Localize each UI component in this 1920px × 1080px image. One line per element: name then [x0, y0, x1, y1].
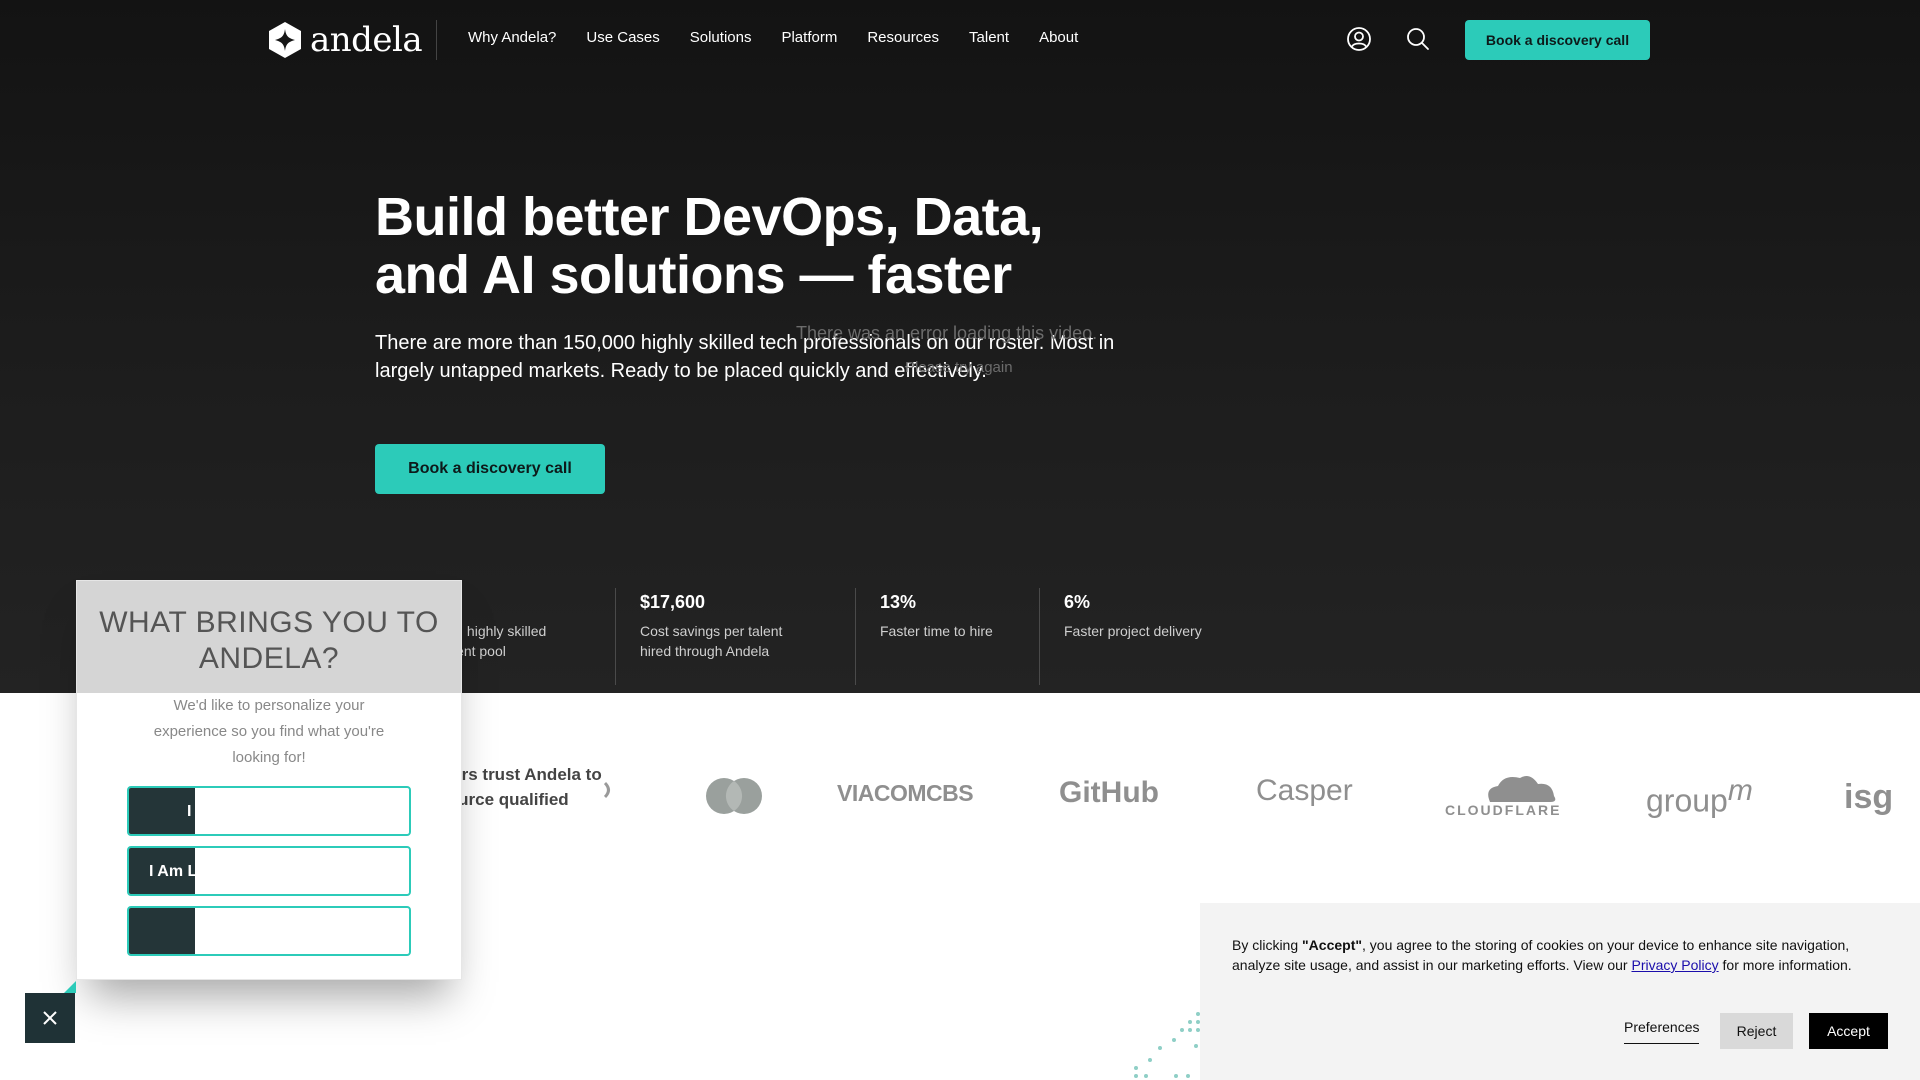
popup-option-1[interactable]: I — [127, 786, 411, 836]
nav-platform[interactable]: Platform — [781, 29, 837, 46]
nav-resources[interactable]: Resources — [867, 29, 939, 46]
andela-logo-icon — [269, 22, 301, 58]
brand-isg: isg — [1844, 778, 1894, 816]
cookie-message: By clicking "Accept", you agree to the s… — [1232, 935, 1892, 975]
mastercard-logo-icon — [706, 778, 762, 814]
nav-talent[interactable]: Talent — [969, 29, 1009, 46]
cookie-reject-button[interactable]: Reject — [1720, 1013, 1793, 1049]
popup-accent-tab — [64, 981, 76, 993]
stat-description: Faster project delivery — [1064, 623, 1202, 639]
header-book-call-button[interactable]: Book a discovery call — [1465, 20, 1650, 60]
brand-cloudflare: CLOUDFLARE — [1445, 802, 1562, 818]
logo-wordmark: andela — [310, 20, 423, 60]
brand-viacomcbs: VIACOMCBS — [837, 780, 974, 806]
decorative-dots — [1134, 1012, 1200, 1078]
video-error-message: There was an error loading this video. — [796, 323, 1098, 343]
close-icon — [43, 1011, 57, 1025]
personalization-popup: WHAT BRINGS YOU TO ANDELA? We'd like to … — [76, 580, 462, 980]
brand-casper: Casper — [1256, 774, 1353, 807]
privacy-policy-link[interactable]: Privacy Policy — [1631, 957, 1718, 973]
user-icon[interactable] — [1346, 26, 1372, 52]
stat-time-to-hire: 13% Faster time to hire — [855, 588, 993, 685]
stat-value: 13% — [880, 592, 917, 612]
brand-groupm-superscript: m — [1727, 774, 1753, 807]
stat-cost-savings: $17,600 Cost savings per talent hired th… — [615, 588, 782, 685]
nav-solutions[interactable]: Solutions — [690, 29, 752, 46]
option-fill — [129, 908, 195, 954]
hero-headline: Build better DevOps, Data, and AI soluti… — [375, 188, 1135, 304]
stat-value: 6% — [1064, 592, 1091, 612]
brand-groupm-text: group — [1646, 782, 1728, 819]
nav-why-andela[interactable]: Why Andela? — [468, 29, 556, 46]
option-label: I — [187, 803, 192, 820]
nav-use-cases[interactable]: Use Cases — [586, 29, 659, 46]
popup-close-button[interactable] — [25, 993, 75, 1043]
headline-line-2: and AI solutions — faster — [375, 245, 1012, 305]
popup-description: We'd like to personalize your experience… — [153, 697, 385, 766]
stat-description: Cost savings per talent hired through An… — [640, 621, 782, 661]
stat-desc-line: Cost savings per talent — [640, 623, 783, 639]
brand-github: GitHub — [1059, 776, 1159, 809]
nav-about[interactable]: About — [1039, 29, 1078, 46]
andela-logo[interactable]: andela — [268, 20, 423, 60]
popup-option-3[interactable] — [127, 906, 411, 956]
header-divider — [436, 20, 437, 60]
headline-line-1: Build better DevOps, Data, — [375, 187, 1044, 247]
cookie-banner: By clicking "Accept", you agree to the s… — [1200, 903, 1920, 1080]
cookie-text-part: for more information. — [1718, 957, 1852, 973]
site-header: andela Why Andela? Use Cases Solutions P… — [0, 0, 1920, 78]
cookie-text-bold: "Accept" — [1302, 937, 1362, 953]
popup-option-2[interactable]: I Am L — [127, 846, 411, 896]
cookie-accept-button[interactable]: Accept — [1809, 1013, 1888, 1049]
stat-desc-line: hired through Andela — [640, 643, 770, 659]
cookie-text-part: By clicking — [1232, 937, 1303, 953]
hero-book-call-button[interactable]: Book a discovery call — [375, 444, 605, 494]
stat-value: $17,600 — [640, 592, 706, 612]
popup-title: WHAT BRINGS YOU TO ANDELA? — [99, 606, 439, 675]
option-label: I Am L — [149, 863, 195, 880]
client-logo-row: VIACOMCBS GitHub Casper CLOUDFLARE group… — [600, 760, 1920, 830]
cookie-preferences-button[interactable]: Preferences — [1624, 1019, 1700, 1044]
partial-logo-icon — [604, 781, 610, 799]
stat-project-delivery: 6% Faster project delivery — [1039, 588, 1202, 685]
search-icon[interactable] — [1405, 26, 1431, 52]
option-fill — [129, 788, 195, 834]
video-error-retry: Please try again — [905, 359, 1013, 376]
main-nav: Why Andela? Use Cases Solutions Platform… — [468, 29, 1078, 46]
stat-description: Faster time to hire — [880, 623, 993, 639]
brand-groupm: groupm — [1646, 774, 1753, 820]
